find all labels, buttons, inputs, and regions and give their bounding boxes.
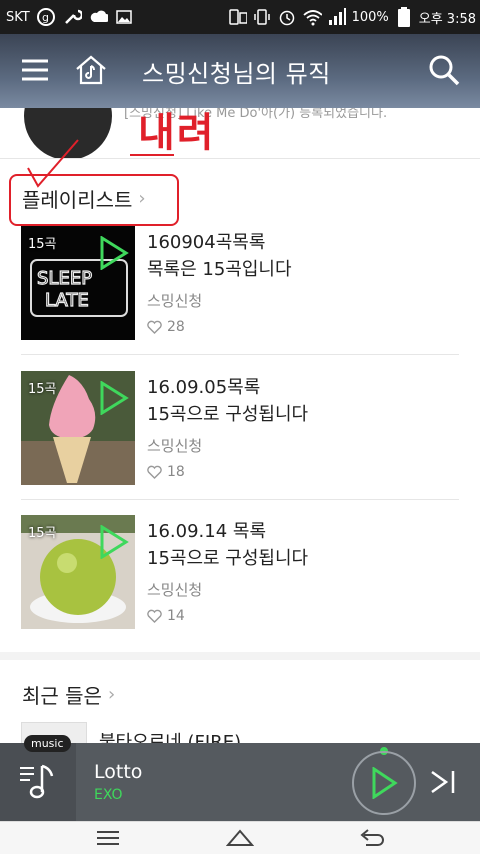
- chevron-right-icon: ›: [138, 188, 146, 209]
- battery-icon: [394, 7, 414, 27]
- home-icon: [226, 829, 254, 846]
- image-icon: [114, 7, 134, 27]
- app-header: 스밍신청님의 뮤직: [0, 34, 480, 108]
- signal-icon: [327, 7, 347, 27]
- alarm-icon: [277, 7, 297, 27]
- heart-icon: [147, 320, 162, 334]
- play-icon[interactable]: [99, 236, 129, 270]
- like-count-value: 18: [167, 464, 185, 480]
- recent-section-title: 최근 들은: [22, 684, 102, 708]
- playlist-item[interactable]: 15곡 16.09.05목록 15곡으로 구성됩니다 스밍신청 18: [21, 371, 459, 501]
- clock-time: 오후 3:58: [418, 11, 476, 27]
- section-divider: [0, 652, 480, 660]
- mini-player[interactable]: music Lotto EXO: [0, 735, 480, 821]
- svg-text:LATE: LATE: [45, 290, 89, 311]
- playlist-owner: 스밍신청: [147, 581, 203, 599]
- divider: [21, 354, 459, 355]
- heart-icon: [147, 465, 162, 479]
- like-count-value: 28: [167, 319, 185, 335]
- now-playing-title: Lotto: [94, 761, 143, 783]
- playlist-item[interactable]: 15곡 16.09.14 목록 15곡으로 구성됩니다 스밍신청 14: [21, 515, 459, 645]
- playlist-thumbnail: 15곡: [21, 371, 135, 485]
- playlist-subtitle: 목록은 15곡입니다: [147, 259, 292, 280]
- search-button[interactable]: [424, 50, 464, 90]
- playlist-section-title: 플레이리스트: [22, 188, 133, 212]
- g-logo-icon: g: [36, 7, 56, 27]
- track-count: 15곡: [28, 382, 57, 397]
- playlist-title: 16.09.05목록: [147, 377, 261, 398]
- play-icon[interactable]: [99, 381, 129, 415]
- recent-list-item[interactable]: 불타오르네 (FIRE): [21, 722, 459, 744]
- playlist-subtitle: 15곡으로 구성됩니다: [147, 548, 309, 569]
- music-home-button[interactable]: [71, 50, 111, 90]
- svg-text:SLEEP: SLEEP: [37, 268, 92, 289]
- playlist-owner: 스밍신청: [147, 437, 203, 455]
- playlist-menu-button[interactable]: [0, 743, 76, 821]
- now-playing-artist: EXO: [94, 787, 123, 803]
- playlist-subtitle: 15곡으로 구성됩니다: [147, 404, 309, 425]
- next-track-button[interactable]: [426, 765, 460, 799]
- cloud-icon: [88, 7, 108, 27]
- track-count: 15곡: [28, 526, 57, 541]
- system-nav-bar: [0, 821, 480, 854]
- like-count[interactable]: 14: [147, 608, 308, 624]
- divider: [21, 499, 459, 500]
- playlist-item[interactable]: SLEEP LATE 15곡 160904곡목록 목록은 15곡입니다 스밍신청…: [21, 226, 459, 356]
- svg-text:g: g: [42, 11, 49, 24]
- music-badge: music: [24, 735, 71, 752]
- battery-percent: 100%: [351, 9, 389, 25]
- music-list-icon: [20, 764, 54, 799]
- playlist-title: 160904곡목록: [147, 232, 266, 253]
- recent-section-header[interactable]: 최근 들은 ›: [22, 680, 115, 709]
- play-icon[interactable]: [99, 525, 129, 559]
- playlist-owner: 스밍신청: [147, 292, 203, 310]
- wrench-icon: [62, 7, 82, 27]
- page-title: 스밍신청님의 뮤직: [142, 60, 331, 88]
- playlist-thumbnail: SLEEP LATE 15곡: [21, 226, 135, 340]
- playlist-thumbnail: 15곡: [21, 515, 135, 629]
- chevron-right-icon: ›: [107, 684, 116, 705]
- recent-apps-button[interactable]: [88, 824, 128, 852]
- home-music-icon: [76, 55, 106, 85]
- skip-next-icon: [431, 770, 455, 794]
- playlist-section-header[interactable]: 플레이리스트 ›: [22, 184, 146, 213]
- track-count: 15곡: [28, 237, 57, 252]
- screen-mirror-icon: [227, 7, 247, 27]
- annotation-stroke: [130, 154, 174, 156]
- heart-icon: [147, 609, 162, 623]
- search-icon: [429, 55, 460, 86]
- like-count-value: 14: [167, 608, 185, 624]
- home-button[interactable]: [220, 824, 260, 852]
- status-bar: SKT g 100% 오후 3:58: [0, 0, 480, 34]
- recent-song-title: 불타오르네 (FIRE): [99, 732, 242, 744]
- play-icon: [372, 767, 398, 799]
- like-count[interactable]: 18: [147, 464, 308, 480]
- menu-button[interactable]: [15, 50, 55, 90]
- back-button[interactable]: [352, 824, 392, 852]
- hamburger-icon: [22, 59, 48, 81]
- play-button[interactable]: [352, 751, 416, 815]
- playlist-title: 16.09.14 목록: [147, 521, 266, 542]
- hamburger-icon: [97, 831, 119, 845]
- like-count[interactable]: 28: [147, 319, 292, 335]
- vibrate-icon: [252, 7, 272, 27]
- wifi-icon: [302, 7, 322, 27]
- back-arrow-icon: [360, 829, 384, 846]
- carrier-label: SKT: [6, 9, 30, 25]
